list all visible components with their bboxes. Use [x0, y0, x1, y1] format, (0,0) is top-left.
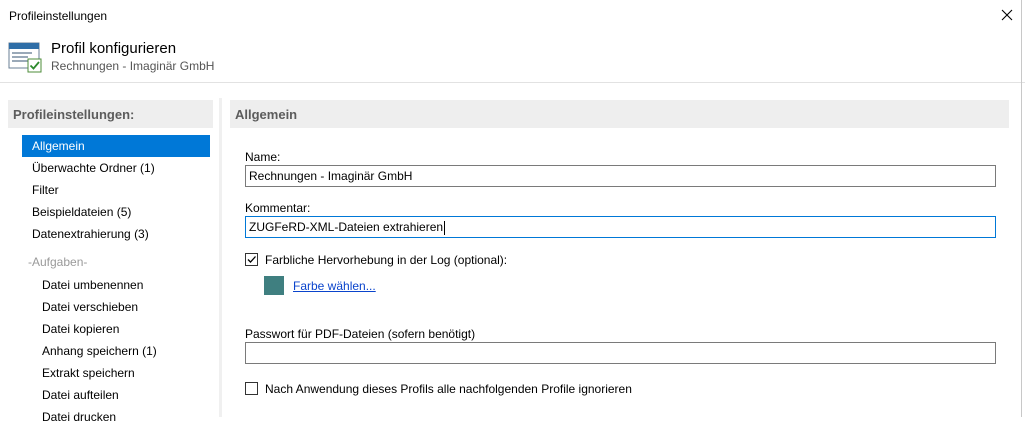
password-field[interactable]: [245, 342, 996, 364]
sidebar-task-move[interactable]: Datei verschieben: [36, 296, 210, 318]
sidebar-item-watched-folders[interactable]: Überwachte Ordner (1): [22, 157, 210, 179]
close-button[interactable]: [993, 2, 1021, 28]
title-bar: Profileinstellungen: [0, 0, 1025, 32]
sidebar-task-save-extract[interactable]: Extrakt speichern: [36, 362, 210, 384]
sidebar-task-copy[interactable]: Datei kopieren: [36, 318, 210, 340]
text-caret: [444, 220, 446, 235]
choose-color-link[interactable]: Farbe wählen...: [293, 279, 376, 293]
sidebar-task-print[interactable]: Datei drucken: [36, 406, 210, 428]
main-content: Allgemein Name: Rechnungen - Imaginär Gm…: [230, 100, 1009, 417]
sidebar-group-tasks: -Aufgaben-: [28, 255, 88, 269]
header-divider: [0, 82, 1025, 83]
comment-field[interactable]: ZUGFeRD-XML-Dateien extrahieren: [245, 216, 996, 238]
sidebar-item-filter[interactable]: Filter: [22, 179, 210, 201]
page-title: Profil konfigurieren: [51, 40, 177, 57]
password-label: Passwort für PDF-Dateien (sofern benötig…: [245, 327, 476, 341]
profile-config-icon: [8, 42, 42, 73]
sidebar-item-sample-files[interactable]: Beispieldateien (5): [22, 201, 210, 223]
page-subtitle: Rechnungen - Imaginär GmbH: [51, 59, 215, 73]
sidebar-task-split[interactable]: Datei aufteilen: [36, 384, 210, 406]
sidebar: Profileinstellungen: Allgemein Überwacht…: [8, 100, 213, 424]
window-border: [1021, 0, 1022, 417]
dialog-header: Profil konfigurieren Rechnungen - Imagin…: [0, 32, 1025, 82]
sidebar-item-data-extraction[interactable]: Datenextrahierung (3): [22, 223, 210, 245]
sidebar-task-rename[interactable]: Datei umbenennen: [36, 274, 210, 296]
sidebar-item-allgemein[interactable]: Allgemein: [22, 135, 210, 157]
highlight-label[interactable]: Farbliche Hervorhebung in der Log (optio…: [265, 253, 507, 267]
close-icon: [1001, 9, 1013, 21]
sidebar-header: Profileinstellungen:: [8, 100, 213, 128]
comment-label: Kommentar:: [245, 201, 311, 215]
checkmark-icon: [247, 256, 256, 263]
section-title: Allgemein: [235, 107, 298, 122]
highlight-checkbox[interactable]: [245, 253, 258, 266]
sidebar-task-save-attachment[interactable]: Anhang speichern (1): [36, 340, 210, 362]
color-swatch[interactable]: [264, 276, 284, 295]
ignore-following-profiles-checkbox[interactable]: [245, 382, 258, 395]
sidebar-header-label: Profileinstellungen:: [13, 107, 135, 122]
name-value: Rechnungen - Imaginär GmbH: [249, 169, 413, 183]
name-label: Name:: [245, 150, 281, 164]
sidebar-splitter[interactable]: [219, 98, 222, 417]
section-header: Allgemein: [230, 100, 1009, 128]
comment-value: ZUGFeRD-XML-Dateien extrahieren: [249, 220, 444, 234]
window-title: Profileinstellungen: [9, 9, 108, 23]
ignore-following-profiles-label[interactable]: Nach Anwendung dieses Profils alle nachf…: [265, 382, 632, 396]
name-field[interactable]: Rechnungen - Imaginär GmbH: [245, 165, 996, 187]
